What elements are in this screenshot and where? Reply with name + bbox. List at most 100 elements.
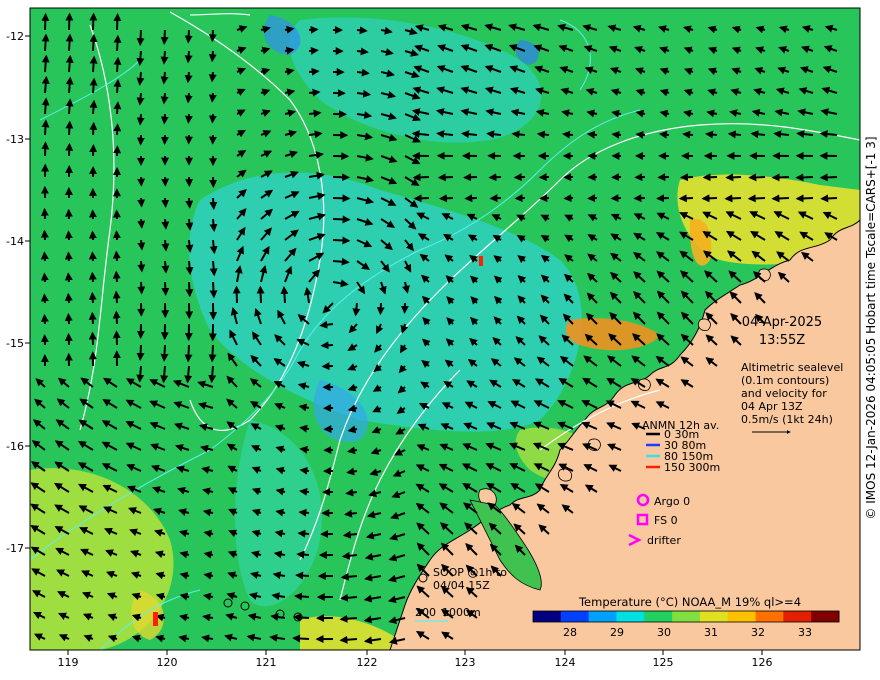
velocity-arrow bbox=[64, 312, 73, 325]
velocity-arrow bbox=[376, 302, 385, 316]
velocity-arrow bbox=[136, 113, 145, 126]
velocity-arrow bbox=[89, 99, 98, 115]
velocity-arrow bbox=[41, 119, 50, 136]
velocity-arrow bbox=[185, 239, 194, 253]
soop-line1: SOOP @1h to bbox=[433, 566, 507, 579]
velocity-arrow bbox=[185, 260, 194, 276]
velocity-arrow bbox=[184, 50, 193, 64]
velocity-arrow bbox=[356, 68, 370, 77]
velocity-arrow bbox=[184, 71, 193, 84]
velocity-arrow bbox=[299, 466, 310, 475]
velocity-arrow bbox=[88, 271, 97, 283]
y-axis: -12 -13 -14 -15 -16 -17 bbox=[6, 30, 30, 555]
velocity-arrow bbox=[345, 488, 358, 497]
velocity-arrow bbox=[65, 33, 74, 52]
mooring-marker bbox=[479, 256, 483, 266]
velocity-arrow bbox=[284, 46, 295, 55]
colorbar-tick-label: 29 bbox=[610, 626, 624, 639]
velocity-arrow bbox=[41, 75, 50, 94]
velocity-arrow bbox=[161, 281, 170, 296]
velocity-arrow bbox=[724, 194, 742, 203]
colorbar-segment bbox=[672, 611, 701, 622]
colorbar-tick-label: 31 bbox=[704, 626, 718, 639]
velocity-arrow bbox=[412, 173, 430, 182]
y-tick-label: -16 bbox=[6, 440, 24, 453]
colorbar-tick-label: 28 bbox=[563, 626, 577, 639]
colorbar-segment bbox=[644, 611, 673, 622]
velocity-arrow bbox=[308, 46, 319, 55]
velocity-arrow bbox=[160, 92, 169, 105]
velocity-arrow bbox=[65, 54, 74, 73]
y-tick-label: -12 bbox=[6, 30, 24, 43]
velocity-arrow bbox=[160, 344, 169, 362]
velocity-arrow bbox=[332, 194, 351, 203]
velocity-arrow bbox=[659, 130, 670, 139]
velocity-arrow bbox=[40, 313, 49, 325]
velocity-arrow bbox=[232, 285, 241, 304]
velocity-arrow bbox=[356, 47, 369, 56]
velocity-arrow bbox=[137, 281, 146, 295]
velocity-arrow bbox=[185, 197, 194, 209]
velocity-arrow bbox=[339, 635, 358, 644]
anmn-label: 150 300m bbox=[664, 461, 720, 474]
velocity-arrow bbox=[40, 272, 49, 283]
colorbar-tick-label: 30 bbox=[657, 626, 671, 639]
x-tick-label: 120 bbox=[157, 656, 178, 669]
velocity-arrow bbox=[308, 88, 321, 97]
velocity-arrow bbox=[136, 50, 145, 67]
svg-text:04 Apr 13Z: 04 Apr 13Z bbox=[741, 400, 803, 413]
colorbar-segment bbox=[811, 611, 840, 622]
credit-text: © IMOS 12-Jan-2026 04:05:05 Hobart time … bbox=[864, 136, 878, 519]
velocity-arrow bbox=[209, 218, 218, 233]
x-tick-label: 122 bbox=[357, 656, 378, 669]
velocity-arrow bbox=[209, 197, 218, 210]
velocity-arrow bbox=[185, 281, 194, 298]
map-time: 13:55Z bbox=[759, 333, 805, 348]
isobath-label-1000: 1000m bbox=[442, 606, 481, 619]
velocity-arrow bbox=[771, 173, 790, 182]
x-tick-label: 123 bbox=[455, 656, 476, 669]
velocity-arrow bbox=[340, 572, 358, 581]
velocity-arrow bbox=[160, 365, 169, 384]
velocity-arrow bbox=[725, 173, 742, 182]
velocity-arrow bbox=[727, 130, 742, 139]
velocity-arrow bbox=[41, 141, 50, 157]
map-date: 04-Apr-2025 bbox=[742, 315, 822, 330]
velocity-arrow bbox=[682, 130, 694, 139]
velocity-arrow bbox=[41, 33, 50, 52]
velocity-arrow bbox=[88, 230, 97, 241]
velocity-arrow bbox=[64, 251, 73, 262]
velocity-arrow bbox=[320, 341, 334, 350]
velocity-arrow bbox=[284, 25, 295, 34]
velocity-arrow bbox=[308, 109, 322, 118]
velocity-arrow bbox=[701, 194, 718, 203]
colorbar-segment bbox=[560, 611, 590, 622]
velocity-arrow bbox=[88, 331, 97, 346]
velocity-arrow bbox=[299, 424, 310, 433]
x-tick-label: 125 bbox=[653, 656, 674, 669]
velocity-arrow bbox=[208, 92, 217, 103]
velocity-arrow bbox=[40, 293, 49, 304]
velocity-arrow bbox=[819, 173, 838, 182]
velocity-arrow bbox=[137, 260, 146, 273]
velocity-arrow bbox=[536, 130, 550, 139]
velocity-arrow bbox=[40, 251, 49, 262]
velocity-arrow bbox=[437, 173, 454, 182]
velocity-arrow bbox=[352, 302, 361, 317]
velocity-arrow bbox=[705, 130, 718, 139]
colorbar-segment bbox=[727, 611, 757, 622]
velocity-arrow bbox=[88, 311, 97, 325]
velocity-arrow bbox=[88, 251, 97, 262]
velocity-arrow bbox=[184, 29, 193, 44]
velocity-arrow bbox=[160, 71, 169, 85]
velocity-arrow bbox=[184, 92, 193, 104]
velocity-arrow bbox=[160, 50, 169, 65]
velocity-arrow bbox=[161, 218, 170, 230]
velocity-arrow bbox=[41, 54, 50, 73]
velocity-arrow bbox=[747, 194, 766, 203]
velocity-arrow bbox=[113, 56, 122, 73]
velocity-arrow bbox=[292, 634, 310, 643]
velocity-arrow bbox=[656, 194, 670, 203]
velocity-arrow bbox=[113, 101, 122, 115]
velocity-arrow bbox=[136, 344, 145, 361]
